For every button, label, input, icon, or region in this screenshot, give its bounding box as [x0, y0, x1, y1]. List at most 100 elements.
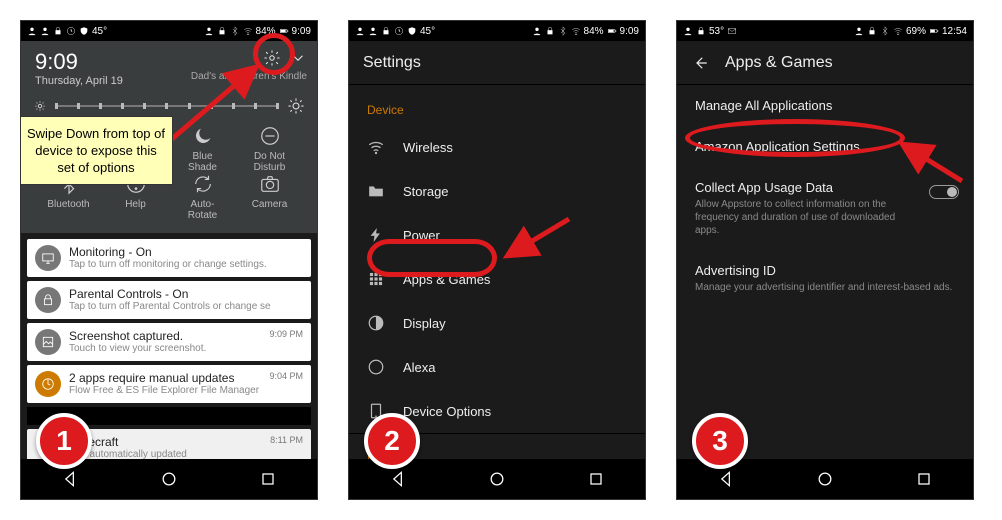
- wifi-icon: [367, 138, 385, 156]
- apps-games-header: Apps & Games: [677, 41, 973, 85]
- qs-autorotate[interactable]: Auto- Rotate: [169, 173, 236, 221]
- qs-camera[interactable]: Camera: [236, 173, 303, 221]
- rotate-icon: [192, 173, 214, 195]
- back-icon[interactable]: [60, 469, 80, 489]
- bluetooth-icon: [558, 26, 568, 36]
- notification-item[interactable]: Parental Controls - OnTap to turn off Pa…: [27, 281, 311, 319]
- status-bar: 45° 84% 9:09: [21, 21, 317, 41]
- settings-row-apps-games[interactable]: Apps & Games: [349, 257, 645, 301]
- status-time: 9:09: [620, 26, 639, 37]
- sun-small-icon: [33, 99, 47, 113]
- contrast-icon: [367, 314, 385, 332]
- silhouette-icon: [683, 26, 693, 36]
- home-icon[interactable]: [487, 469, 507, 489]
- notification-item[interactable]: Monitoring - OnTap to turn off monitorin…: [27, 239, 311, 277]
- settings-row-wireless[interactable]: Wireless: [349, 125, 645, 169]
- settings-row-display[interactable]: Display: [349, 301, 645, 345]
- camera-icon: [259, 173, 281, 195]
- notification-item[interactable]: Screenshot captured.Touch to view your s…: [27, 323, 311, 361]
- lock-icon: [41, 293, 55, 307]
- clock-icon: [394, 26, 404, 36]
- status-battery-pct: 84%: [584, 26, 604, 37]
- lock-icon: [381, 26, 391, 36]
- shade-date: Thursday, April 19: [35, 75, 123, 87]
- lock-icon: [545, 26, 555, 36]
- power-icon: [367, 226, 385, 244]
- notification-time: 9:04 PM: [269, 371, 303, 381]
- step-badge: 3: [692, 413, 748, 469]
- lock-icon: [217, 26, 227, 36]
- lock-icon: [53, 26, 63, 36]
- recent-icon[interactable]: [258, 469, 278, 489]
- settings-row-storage[interactable]: Storage: [349, 169, 645, 213]
- status-temp: 45°: [92, 26, 107, 37]
- bluetooth-icon: [230, 26, 240, 36]
- moon-icon: [192, 125, 214, 147]
- settings-row-power[interactable]: Power: [349, 213, 645, 257]
- alexa-icon: [367, 358, 385, 376]
- do-not-disturb-icon: [259, 125, 281, 147]
- wifi-icon: [243, 26, 253, 36]
- usage-toggle[interactable]: [929, 185, 959, 199]
- row-advertising-id[interactable]: Advertising ID Manage your advertising i…: [677, 250, 973, 307]
- lock-icon: [867, 26, 877, 36]
- chevron-down-icon[interactable]: [289, 49, 307, 67]
- phone-screen-2: 45° 84% 9:09 Settings Device Wireless St…: [348, 20, 646, 500]
- battery-icon: [929, 26, 939, 36]
- phone-screen-1: 45° 84% 9:09 9:09 Thursday, April 19 D: [20, 20, 318, 500]
- qs-blueshade[interactable]: Blue Shade: [169, 125, 236, 173]
- battery-icon: [607, 26, 617, 36]
- notification-time: 9:09 PM: [269, 329, 303, 339]
- settings-row-alexa[interactable]: Alexa: [349, 345, 645, 389]
- shield-icon: [79, 26, 89, 36]
- status-bar: 45° 84% 9:09: [349, 21, 645, 41]
- notification-time: 8:11 PM: [270, 435, 303, 445]
- section-header-device: Device: [349, 85, 645, 125]
- status-bar: 53° 69% 12:54: [677, 21, 973, 41]
- instruction-callout: Swipe Down from top of device to expose …: [20, 116, 173, 185]
- wifi-icon: [893, 26, 903, 36]
- status-time: 12:54: [942, 26, 967, 37]
- folder-icon: [367, 182, 385, 200]
- user-icon: [854, 26, 864, 36]
- page-title: Settings: [363, 54, 421, 72]
- gear-icon[interactable]: [263, 49, 281, 67]
- page-title: Apps & Games: [725, 54, 833, 72]
- status-battery-pct: 84%: [256, 26, 276, 37]
- monitor-icon: [41, 251, 55, 265]
- device-name: Dad's and Lauren's Kindle: [191, 71, 307, 82]
- step-badge: 1: [36, 413, 92, 469]
- shield-icon: [407, 26, 417, 36]
- user-icon: [204, 26, 214, 36]
- qs-dnd[interactable]: Do Not Disturb: [236, 125, 303, 173]
- back-icon[interactable]: [388, 469, 408, 489]
- apps-grid-icon: [367, 270, 385, 288]
- settings-header: Settings: [349, 41, 645, 85]
- bluetooth-icon: [880, 26, 890, 36]
- back-icon[interactable]: [716, 469, 736, 489]
- image-icon: [41, 335, 55, 349]
- silhouette-icon: [27, 26, 37, 36]
- row-amazon-app-settings[interactable]: Amazon Application Settings: [677, 126, 973, 167]
- silhouette-icon: [40, 26, 50, 36]
- notification-item[interactable]: 2 apps require manual updatesFlow Free &…: [27, 365, 311, 403]
- status-temp: 45°: [420, 26, 435, 37]
- clock-icon: [66, 26, 76, 36]
- silhouette-icon: [355, 26, 365, 36]
- back-arrow-icon[interactable]: [691, 54, 709, 72]
- update-icon: [41, 377, 55, 391]
- step-badge: 2: [364, 413, 420, 469]
- recent-icon[interactable]: [914, 469, 934, 489]
- status-time: 9:09: [292, 26, 311, 37]
- shade-time: 9:09: [35, 49, 123, 75]
- phone-screen-3: 53° 69% 12:54 Apps & Games Manage All Ap…: [676, 20, 974, 500]
- lock-icon: [696, 26, 706, 36]
- home-icon[interactable]: [815, 469, 835, 489]
- home-icon[interactable]: [159, 469, 179, 489]
- row-collect-usage[interactable]: Collect App Usage Data Allow Appstore to…: [677, 167, 973, 250]
- shade-header: 9:09 Thursday, April 19 Dad's and Lauren…: [21, 41, 317, 93]
- row-manage-all-apps[interactable]: Manage All Applications: [677, 85, 973, 126]
- silhouette-icon: [368, 26, 378, 36]
- recent-icon[interactable]: [586, 469, 606, 489]
- user-icon: [532, 26, 542, 36]
